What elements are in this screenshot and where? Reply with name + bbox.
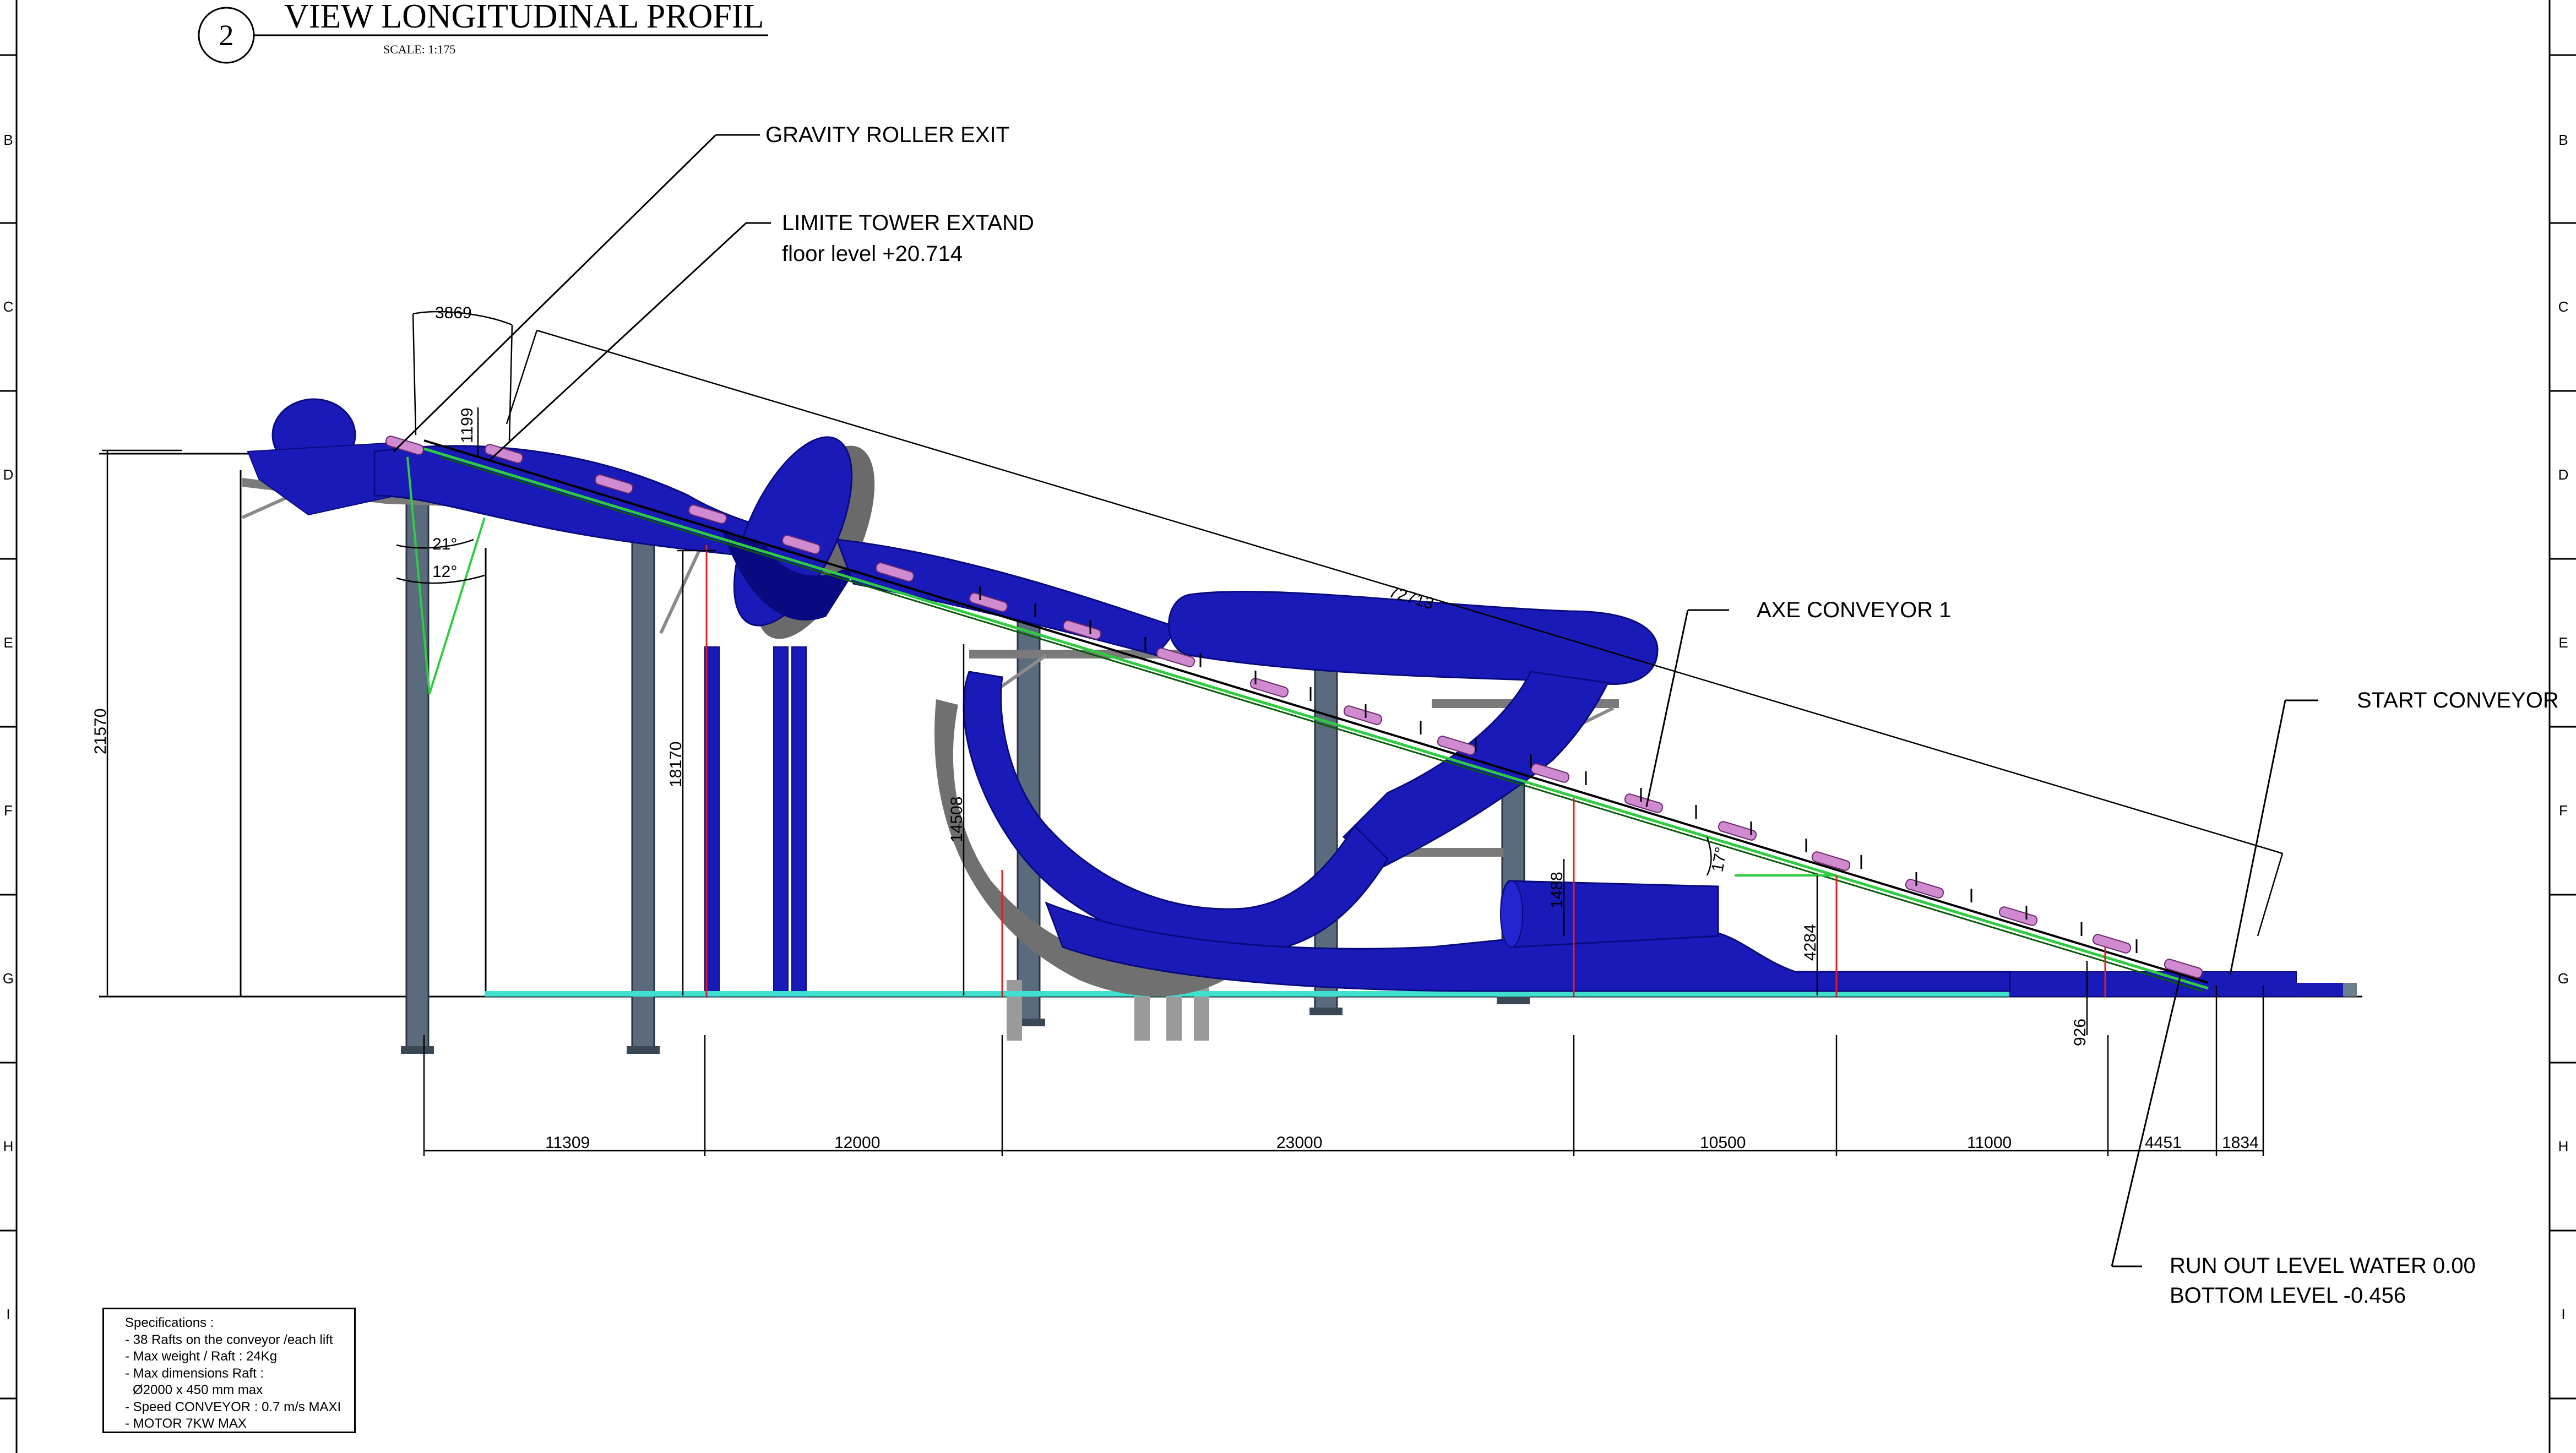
grid-letter-left-e: E — [3, 634, 13, 651]
grid-letter-right-f: F — [2559, 802, 2568, 819]
grid-letter-left-g: G — [3, 970, 14, 987]
dim-angle-17: 17° — [1708, 846, 1730, 873]
grid-letter-right-e: E — [2558, 634, 2568, 651]
dim-horizontal-6: 4451 — [2145, 1134, 2182, 1152]
specifications-line: Ø2000 x 450 mm max — [133, 1383, 263, 1397]
dim-height-1488: 1488 — [1548, 872, 1566, 908]
callout-limite-tower-extand: LIMITE TOWER EXTAND — [782, 211, 1034, 235]
callout-axe-conveyor: AXE CONVEYOR 1 — [1757, 598, 1951, 622]
grid-letter-left-i: I — [6, 1306, 10, 1323]
dim-angle-21: 21° — [432, 535, 457, 553]
dim-horizontal-2: 12000 — [834, 1134, 880, 1152]
grid-letter-right-g: G — [2558, 970, 2569, 987]
sheet-border — [0, 0, 2576, 1453]
specifications-line: - Max weight / Raft : 24Kg — [125, 1349, 278, 1364]
specifications-line: - Speed CONVEYOR : 0.7 m/s MAXI — [125, 1399, 341, 1414]
view-scale: SCALE: 1:175 — [383, 42, 455, 56]
dim-height-4284: 4284 — [1801, 924, 1819, 961]
callout-run-out-level: RUN OUT LEVEL WATER 0.00 — [2170, 1254, 2476, 1278]
callout-bottom-level: BOTTOM LEVEL -0.456 — [2170, 1283, 2406, 1308]
grid-letter-right-h: H — [2558, 1138, 2569, 1155]
blue-post — [773, 646, 789, 997]
blue-post — [791, 646, 807, 997]
callout-start-conveyor: START CONVEYOR — [2357, 688, 2559, 712]
dim-height-14508: 14508 — [948, 797, 966, 842]
dim-horizontal-3: 23000 — [1276, 1134, 1322, 1152]
dim-angle-12: 12° — [432, 563, 457, 581]
dim-horizontal-4: 10500 — [1700, 1134, 1746, 1152]
grid-letter-right-i: I — [2561, 1306, 2565, 1323]
specifications-box: Specifications : - 38 Rafts on the conve… — [102, 1308, 356, 1433]
slide-tube — [247, 398, 2011, 997]
column — [631, 541, 655, 1053]
grid-letter-left-h: H — [3, 1138, 14, 1155]
specifications-heading: Specifications : — [125, 1315, 214, 1330]
grid-letter-right-c: C — [2558, 298, 2569, 315]
view-title: 2 VIEW LONGITUDINAL PROFIL SCALE: 1:175 — [198, 0, 768, 64]
technical-drawing: B C D E F G H I B C D E F G H I 2 VIEW L… — [0, 0, 2576, 1453]
grid-letter-left-c: C — [3, 298, 14, 315]
view-number: 2 — [219, 19, 234, 52]
dim-horizontal-5: 11000 — [1967, 1134, 2012, 1152]
grid-letter-left-d: D — [3, 466, 14, 483]
specifications-line: - 38 Rafts on the conveyor /each lift — [125, 1332, 333, 1347]
view-title-text: VIEW LONGITUDINAL PROFIL — [284, 0, 764, 35]
callout-gravity-roller-exit: GRAVITY ROLLER EXIT — [765, 123, 1009, 147]
dim-horizontal-7: 1834 — [2222, 1134, 2259, 1152]
dim-top-radius: 3869 — [435, 304, 472, 322]
dim-total-height: 21570 — [91, 709, 110, 754]
dim-height-18170: 18170 — [667, 742, 685, 787]
dim-small-vertical: 1199 — [458, 407, 476, 443]
grid-letter-left-b: B — [3, 132, 13, 148]
grid-letter-right-b: B — [2558, 132, 2568, 148]
specifications-line: - MOTOR 7KW MAX — [125, 1416, 247, 1431]
callout-floor-level: floor level +20.714 — [782, 242, 963, 266]
dim-height-926: 926 — [2071, 1019, 2089, 1046]
grid-letter-right-d: D — [2558, 466, 2569, 483]
grid-letter-left-f: F — [4, 802, 13, 819]
specifications-line: - Max dimensions Raft : — [125, 1365, 264, 1381]
column — [1007, 980, 1022, 1041]
dim-horizontal-1: 11309 — [545, 1134, 590, 1152]
